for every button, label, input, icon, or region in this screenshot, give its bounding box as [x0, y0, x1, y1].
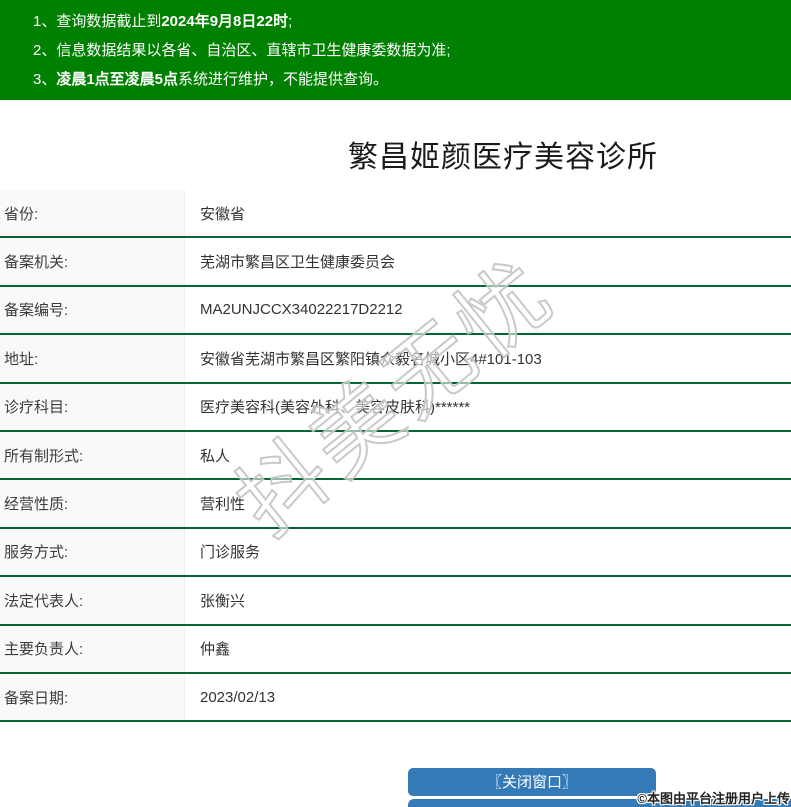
- row-label: 备案机关:: [0, 238, 185, 285]
- table-row-address: 地址: 安徽省芜湖市繁昌区繁阳镇众毅名城小区4#101-103: [0, 335, 791, 384]
- row-value: 医疗美容科(美容外科、美容皮肤科)******: [200, 399, 471, 417]
- row-label: 备案编号:: [0, 286, 185, 334]
- row-value: 仲鑫: [200, 641, 231, 659]
- row-value: 私人: [200, 447, 231, 465]
- table-row-province: 省份: 安徽省: [0, 190, 791, 239]
- notice-text: ;: [288, 13, 293, 30]
- page-title: 繁昌姬颜医疗美容诊所: [348, 141, 658, 174]
- row-value: MA2UNJCCX34022217D2212: [200, 301, 403, 319]
- table-row-filing-date: 备案日期: 2023/02/13: [0, 673, 791, 723]
- table-row-legal-representative: 法定代表人: 张衡兴: [0, 577, 791, 626]
- row-label: 诊疗科目:: [0, 383, 185, 430]
- notice-line-1: 1、查询数据截止到2024年9月8日22时;: [33, 7, 791, 36]
- table-row-filing-authority: 备案机关: 芜湖市繁昌区卫生健康委员会: [0, 238, 791, 287]
- row-label: 所有制形式:: [0, 431, 185, 479]
- table-row-service-mode: 服务方式: 门诊服务: [0, 528, 791, 578]
- row-value: 2023/02/13: [200, 688, 276, 706]
- row-value: 张衡兴: [200, 592, 246, 610]
- table-row-person-in-charge: 主要负责人: 仲鑫: [0, 625, 791, 674]
- notice-line-3: 3、凌晨1点至凌晨5点系统进行维护，不能提供查询。: [33, 65, 791, 94]
- table-row-treatment-subjects: 诊疗科目: 医疗美容科(美容外科、美容皮肤科)******: [0, 383, 791, 432]
- row-label: 备案日期:: [0, 673, 185, 721]
- row-label: 地址:: [0, 335, 185, 382]
- copyright-stamp: ©本图由平台注册用户上传: [637, 791, 790, 806]
- close-window-button[interactable]: 〖关闭窗口〗: [408, 768, 656, 796]
- table-row-filing-number: 备案编号: MA2UNJCCX34022217D2212: [0, 286, 791, 336]
- notice-bold: 2024年9月8日22时: [161, 13, 289, 30]
- notice-text: 2、信息数据结果以各省、自治区、直辖市卫生健康委数据为准;: [33, 42, 451, 59]
- notice-text: 3、: [33, 71, 57, 88]
- notice-bold: 凌晨1点至凌晨5点: [56, 71, 179, 88]
- notice-line-2: 2、信息数据结果以各省、自治区、直辖市卫生健康委数据为准;: [33, 36, 791, 65]
- notice-banner: 1、查询数据截止到2024年9月8日22时; 2、信息数据结果以各省、自治区、直…: [0, 0, 791, 100]
- notice-text: 系统进行维护，不能提供查询。: [178, 71, 389, 88]
- row-value: 门诊服务: [200, 544, 261, 562]
- table-row-ownership-form: 所有制形式: 私人: [0, 431, 791, 481]
- row-value: 营利性: [200, 496, 246, 514]
- row-label: 服务方式:: [0, 528, 185, 576]
- row-value: 安徽省芜湖市繁昌区繁阳镇众毅名城小区4#101-103: [200, 350, 542, 368]
- table-row-business-nature: 经营性质: 营利性: [0, 480, 791, 529]
- notice-text: 1、查询数据截止到: [33, 13, 162, 30]
- query-result-window: 1、查询数据截止到2024年9月8日22时; 2、信息数据结果以各省、自治区、直…: [0, 0, 791, 807]
- row-value: 芜湖市繁昌区卫生健康委员会: [200, 254, 396, 272]
- row-label: 省份:: [0, 190, 185, 237]
- row-label: 经营性质:: [0, 480, 185, 527]
- row-label: 主要负责人:: [0, 625, 185, 672]
- record-table: 省份: 安徽省 备案机关: 芜湖市繁昌区卫生健康委员会 备案编号: MA2UNJ…: [0, 190, 791, 723]
- row-label: 法定代表人:: [0, 577, 185, 624]
- row-value: 安徽省: [200, 205, 246, 223]
